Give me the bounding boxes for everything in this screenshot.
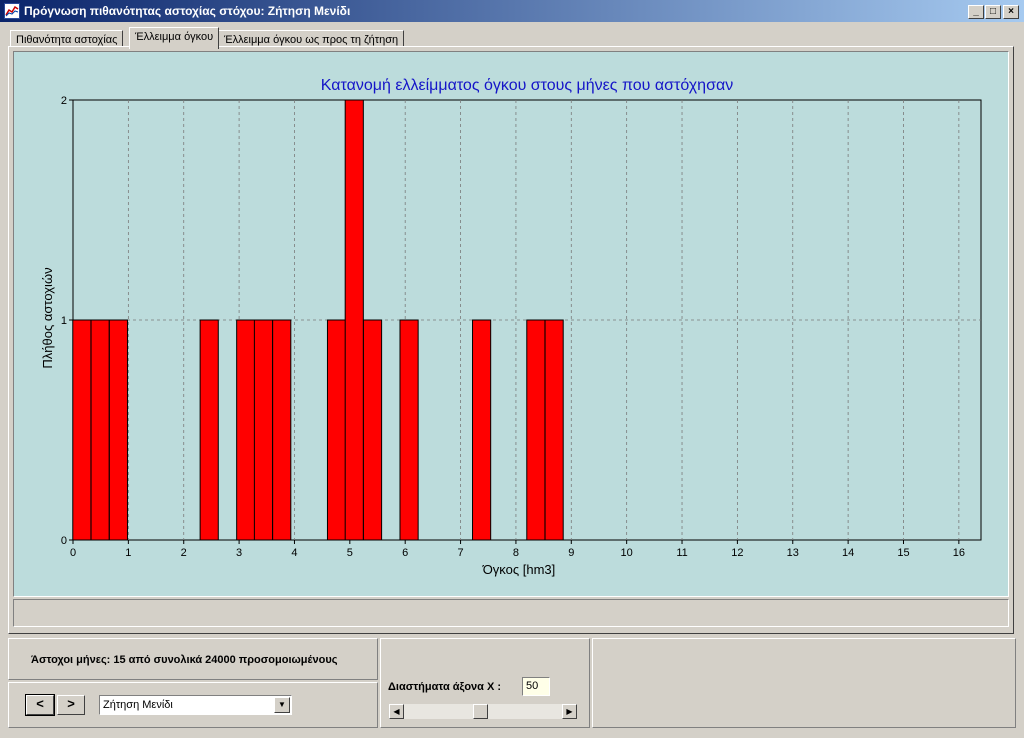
navigation-panel: < > Ζήτηση Μενίδι ▼ [8,682,378,728]
y-tick-label: 0 [61,535,67,547]
y-axis-label: Πλήθος αστοχιών [40,267,55,368]
next-button[interactable]: > [57,695,85,715]
x-tick-label: 14 [842,547,854,559]
x-tick-label: 8 [513,547,519,559]
histogram-bar [272,319,292,541]
x-tick-label: 7 [457,547,463,559]
histogram-bar [472,319,492,541]
chart-title: Κατανομή ελλείμματος όγκου στους μήνες π… [321,77,733,94]
histogram-chart: 0 1 2 3 4 5 6 7 8 9 10 11 12 13 14 15 16012Κατανομή ελλε… [40,77,982,577]
x-tick-label: 11 [676,547,687,559]
x-tick-label: 10 [621,547,633,559]
scroll-right-icon[interactable]: ▶ [562,704,577,719]
tab-volume-deficit[interactable]: Έλλειμμα όγκου [129,27,220,49]
x-tick-label: 3 [236,547,242,559]
window-title: Πρόγνωση πιθανότητας αστοχίας στόχου: Ζή… [24,4,351,18]
axis-intervals-input[interactable]: 50 [522,677,550,696]
info-panel: Άστοχοι μήνες: 15 από συνολικά 24000 προ… [8,638,378,680]
histogram-bar [526,319,546,541]
histogram-bar [326,319,347,541]
x-tick-label: 12 [731,547,743,559]
target-select-value: Ζήτηση Μενίδι [103,699,173,711]
axis-intervals-label: Διαστήματα άξονα X : [388,681,502,693]
slider-thumb[interactable] [473,704,488,719]
minimize-button[interactable]: _ [968,5,984,19]
histogram-bar [362,319,383,541]
histogram-bar [253,319,274,541]
histogram-bar [399,319,419,541]
chart-area: 0 1 2 3 4 5 6 7 8 9 10 11 12 13 14 15 16 0 1 2 Κατανομή ελλε… [13,51,1009,597]
x-tick-label: 16 [953,547,965,559]
x-tick-label: 2 [181,547,187,559]
scroll-left-icon[interactable]: ◀ [389,704,404,719]
maximize-button[interactable]: □ [985,5,1001,19]
tab-panel: 0 1 2 3 4 5 6 7 8 9 10 11 12 13 14 15 16 0 1 2 Κατανομή ελλε… [8,46,1014,634]
histogram-bar [90,319,110,541]
y-tick-label: 1 [61,315,67,327]
x-axis-label: Όγκος [hm3] [482,562,556,577]
chevron-down-icon[interactable]: ▼ [274,697,290,713]
empty-panel [592,638,1016,728]
histogram-bar [199,319,219,541]
x-tick-label: 6 [402,547,408,559]
x-tick-label: 1 [125,547,131,559]
target-select[interactable]: Ζήτηση Μενίδι ▼ [99,695,292,715]
previous-button[interactable]: < [25,694,55,716]
histogram-bar [344,99,364,541]
x-tick-label: 5 [347,547,353,559]
y-tick-label: 2 [61,95,67,107]
x-tick-label: 0 [70,547,76,559]
histogram-bar [72,319,92,541]
close-button[interactable]: × [1003,5,1019,19]
status-strip [13,599,1009,627]
x-tick-label: 15 [897,547,909,559]
failed-months-text: Άστοχοι μήνες: 15 από συνολικά 24000 προ… [31,654,338,666]
x-tick-label: 13 [787,547,799,559]
title-bar: Πρόγνωση πιθανότητας αστοχίας στόχου: Ζή… [0,0,1024,22]
chart-icon [4,3,20,19]
histogram-bar [108,319,128,541]
x-tick-label: 9 [568,547,574,559]
axis-intervals-slider[interactable]: ◀ ▶ [388,703,578,720]
histogram-bar [236,319,256,541]
x-tick-label: 4 [291,547,297,559]
histogram-bar [544,319,564,541]
axis-controls-panel: Διαστήματα άξονα X : 50 ◀ ▶ [380,638,590,728]
